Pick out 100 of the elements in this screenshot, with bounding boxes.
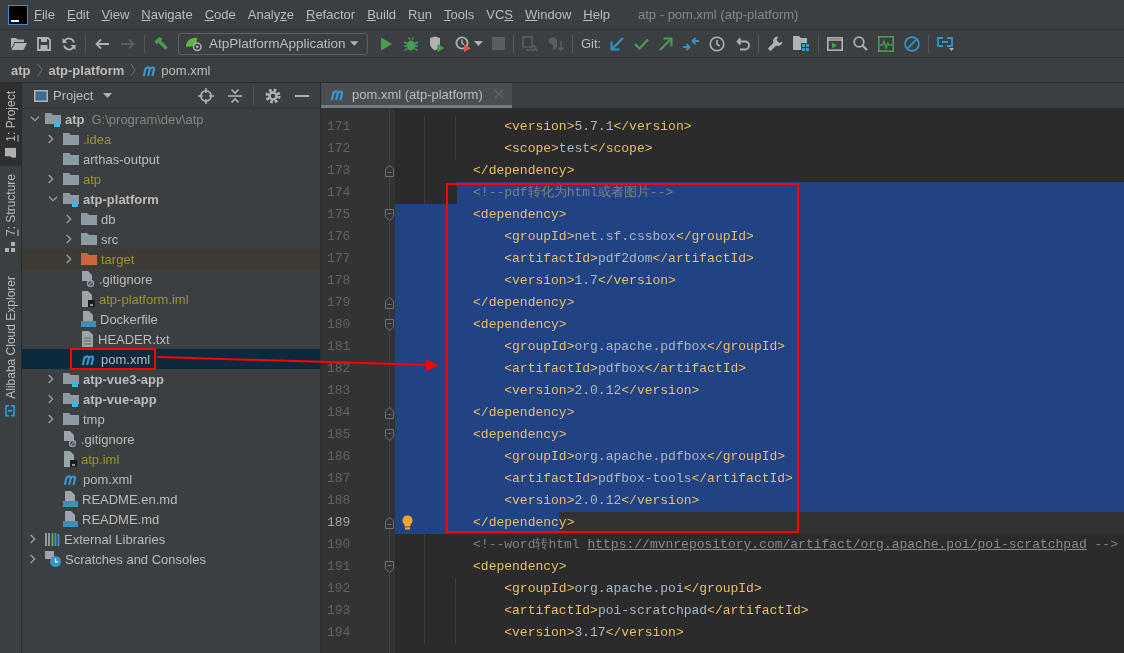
save-icon[interactable] [37,36,51,51]
tree-item[interactable]: pom.xml [22,349,320,369]
menu-item[interactable]: Edit [60,7,96,22]
menu-item[interactable]: Help [577,7,616,22]
pulse-monitor-icon[interactable] [878,35,895,52]
tree-item[interactable]: External Libraries [22,529,320,549]
chevron-right-icon[interactable] [30,534,36,544]
tree-item[interactable]: target [22,249,320,269]
arrows-inward-icon[interactable] [683,35,700,52]
run-config-dropdown[interactable]: AtpPlatformApplication [178,32,368,55]
caret-icon[interactable] [474,41,483,46]
play-icon[interactable] [379,36,393,51]
code-line: <dependency> [473,317,567,332]
tree-item[interactable]: Dockerfile [22,309,320,329]
tree-item[interactable]: arthas-output [22,149,320,169]
chevron-down-icon[interactable] [30,116,40,122]
breadcrumb[interactable]: pom.xml [142,62,211,78]
wrench-icon[interactable] [767,35,784,52]
crosshair-icon[interactable] [198,87,214,104]
hammer-icon[interactable] [153,35,169,52]
clock-play-icon[interactable] [455,35,471,52]
tree-item[interactable]: db [22,209,320,229]
chevron-right-icon[interactable] [66,214,72,224]
chevron-right-icon[interactable] [48,134,54,144]
back-arrow-icon[interactable] [94,37,110,50]
collapse-all-icon[interactable] [228,87,242,104]
chevron-right-icon[interactable] [66,254,72,264]
tree-item[interactable]: HEADER.txt [22,329,320,349]
no-sign-icon[interactable] [904,35,921,52]
fold-end-icon[interactable] [385,517,394,529]
window-play-icon[interactable] [827,36,844,51]
chevron-right-icon[interactable] [48,174,54,184]
fold-end-icon[interactable] [385,297,394,309]
tool-window-button[interactable]: 1: Project [0,83,21,166]
tree-item[interactable]: atp-platform [22,189,320,209]
menu-item[interactable]: Tools [437,7,481,22]
m-icon [330,87,346,101]
clock-icon[interactable] [709,35,726,52]
tree-item[interactable]: README.en.md [22,489,320,509]
chevron-right-icon[interactable] [66,234,72,244]
view-selector[interactable]: Project [53,88,113,103]
fold-end-icon[interactable] [385,407,394,419]
menu-item[interactable]: Build [361,7,403,22]
tree-item[interactable]: .idea [22,129,320,149]
undo-arrow-icon[interactable] [735,36,751,51]
tree-item[interactable]: pom.xml [22,469,320,489]
menu-item[interactable]: View [95,7,136,22]
chevron-icon [36,63,43,77]
tree-item[interactable]: atp-platform.iml [22,289,320,309]
chevron-right-icon[interactable] [48,374,54,384]
menu-item[interactable]: Code [198,7,242,22]
open-folder-icon[interactable] [11,36,27,51]
tree-item[interactable]: .gitignore [22,429,320,449]
settings-icon[interactable] [265,87,281,104]
arrow-up-right-icon[interactable] [659,36,674,51]
folder-grid-icon[interactable] [793,36,811,51]
check-icon[interactable] [634,37,650,50]
search-icon[interactable] [853,36,869,51]
lightbulb-icon[interactable] [402,515,413,530]
refresh-icon[interactable] [61,35,77,52]
tree-item[interactable]: atp [22,169,320,189]
chevron-right-icon[interactable] [48,414,54,424]
tool-window-button[interactable]: Alibaba Cloud Explorer [0,267,21,425]
tree-item[interactable]: src [22,229,320,249]
code-link[interactable]: https://mvnrepository.com/artifact/org.apache.poi/poi-scratchpad [587,537,1087,552]
menu-item[interactable]: File [28,7,61,22]
chevron-right-icon[interactable] [48,394,54,404]
menu-item[interactable]: Analyze [241,7,300,22]
menu-item[interactable]: Navigate [135,7,199,22]
breadcrumb[interactable]: atp [11,62,31,78]
menu-item[interactable]: VCS [480,7,519,22]
bug-icon[interactable] [403,35,419,52]
menu-item[interactable]: Run [402,7,438,22]
minimize-icon[interactable] [295,94,309,97]
tree-item[interactable]: atp-vue3-app [22,369,320,389]
line-number: 189 [327,514,351,532]
editor-tab[interactable]: pom.xml (atp-platform) [321,83,512,108]
fold-start-icon[interactable] [385,561,394,573]
shield-play-icon[interactable] [429,35,445,52]
menu-item[interactable]: Refactor [300,7,362,22]
app-logo-icon [8,4,28,25]
tree-item[interactable]: atp-vue-app [22,389,320,409]
fold-start-icon[interactable] [385,209,394,221]
chevron-right-icon[interactable] [30,554,36,564]
tree-item[interactable]: .gitignore [22,269,320,289]
fold-start-icon[interactable] [385,319,394,331]
tree-item[interactable]: Scratches and Consoles [22,549,320,569]
chevron-down-icon[interactable] [48,196,58,202]
fold-end-icon[interactable] [385,165,394,177]
tree-item[interactable]: tmp [22,409,320,429]
tree-item[interactable]: README.md [22,509,320,529]
file-band-icon [81,311,96,327]
tree-item[interactable]: atp G:\program\dev\atp [22,109,320,129]
breadcrumb[interactable]: atp-platform [48,62,125,78]
fold-start-icon[interactable] [385,429,394,441]
arrow-down-left-icon[interactable] [610,36,625,51]
bracket-icon[interactable] [937,35,956,52]
tree-item[interactable]: atp.iml [22,449,320,469]
tool-window-button[interactable]: 7: Structure [0,165,21,260]
menu-item[interactable]: Window [519,7,578,22]
